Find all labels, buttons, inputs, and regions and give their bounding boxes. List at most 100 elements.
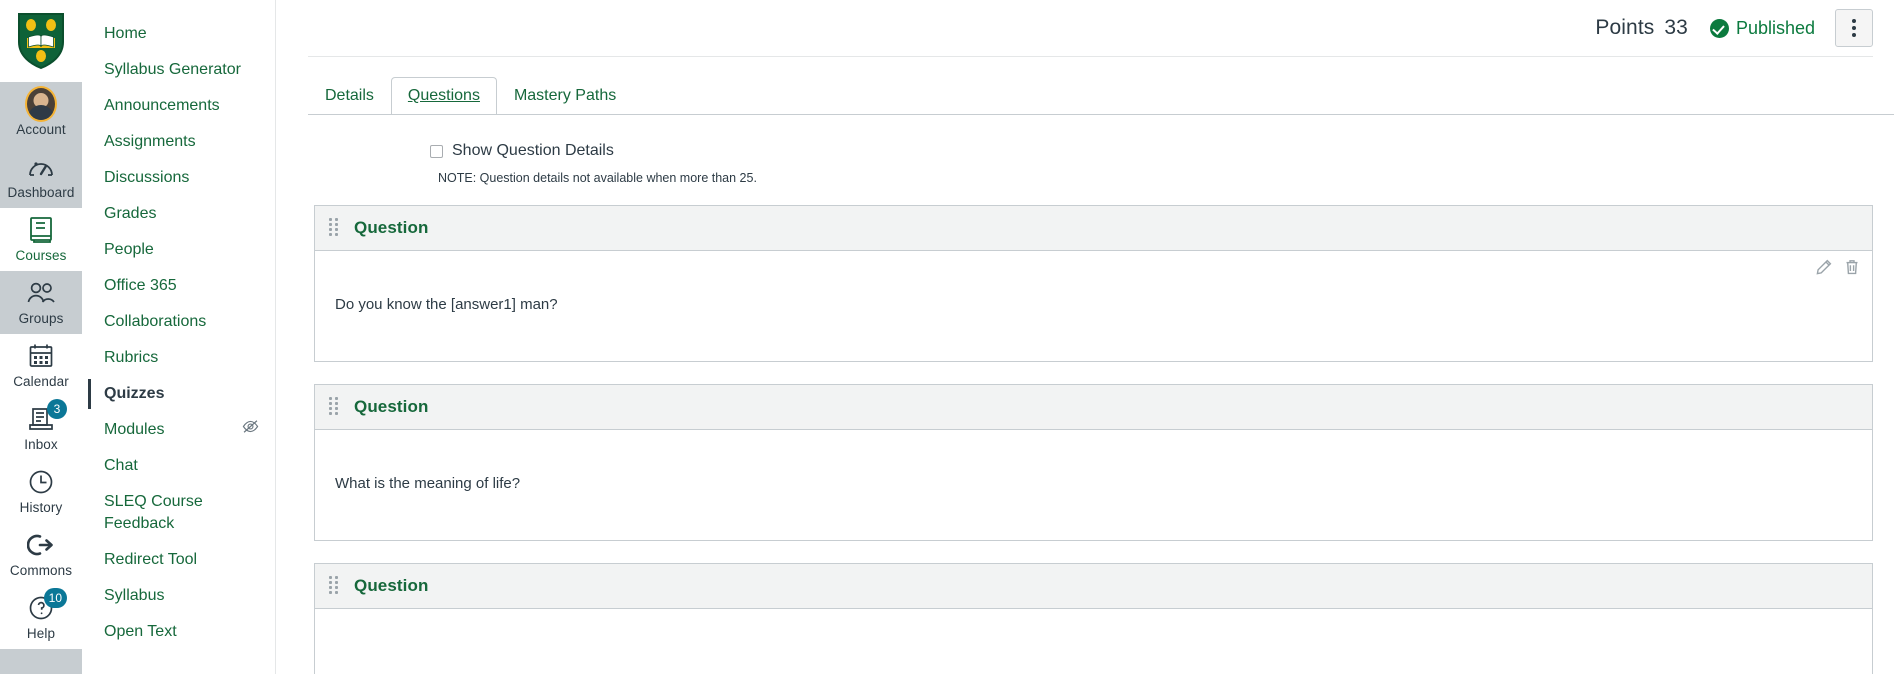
course-nav-label-collaborations: Collaborations: [104, 313, 207, 330]
global-nav-label-help: Help: [26, 626, 56, 641]
tabs-underline: [308, 114, 1894, 115]
question-card-header: Question: [315, 564, 1872, 609]
course-nav-item-announcements[interactable]: Announcements: [82, 88, 275, 124]
pencil-edit-icon[interactable]: [1816, 259, 1832, 275]
question-card-body: [315, 609, 1872, 674]
course-nav-label-syllabus: Syllabus: [104, 587, 165, 604]
question-details-note: NOTE: Question details not available whe…: [438, 171, 757, 185]
help-badge: 10: [43, 588, 67, 608]
course-nav-label-announcements: Announcements: [104, 97, 220, 114]
course-nav-label-discussions: Discussions: [104, 169, 190, 186]
global-nav-label-commons: Commons: [9, 563, 73, 578]
question-card: Question What is the meaning of life?: [314, 384, 1873, 541]
course-nav-item-collaborations[interactable]: Collaborations: [82, 304, 275, 340]
quiz-tabs: Details Questions Mastery Paths: [308, 77, 1894, 115]
question-card: Question: [314, 563, 1873, 674]
course-nav-item-redirect-tool[interactable]: Redirect Tool: [82, 542, 275, 578]
question-text: What is the meaning of life?: [335, 475, 521, 492]
trash-delete-icon[interactable]: [1844, 259, 1860, 275]
inbox-badge: 3: [47, 399, 67, 419]
check-circle-icon: [1709, 18, 1729, 38]
course-nav-label-quizzes: Quizzes: [104, 385, 165, 402]
global-nav-item-courses[interactable]: Courses: [0, 208, 82, 271]
global-nav-item-dashboard[interactable]: Dashboard: [0, 145, 82, 208]
avatar: [25, 86, 57, 122]
tab-mastery-paths[interactable]: Mastery Paths: [497, 77, 633, 115]
course-navigation: Home Syllabus Generator Announcements As…: [82, 0, 276, 674]
course-nav-item-people[interactable]: People: [82, 232, 275, 268]
status-badge[interactable]: Published: [1709, 18, 1815, 39]
course-nav-item-chat[interactable]: Chat: [82, 448, 275, 484]
kebab-dot: [1852, 19, 1856, 23]
help-question-icon: 10: [25, 588, 67, 624]
course-nav-item-modules[interactable]: Modules: [82, 412, 275, 448]
show-question-details-label: Show Question Details: [452, 142, 614, 159]
question-card-header: Question: [315, 206, 1872, 251]
course-nav-item-rubrics[interactable]: Rubrics: [82, 340, 275, 376]
drag-handle-icon[interactable]: [329, 576, 341, 596]
question-actions: [1816, 259, 1860, 275]
course-nav-item-syllabus-generator[interactable]: Syllabus Generator: [82, 52, 275, 88]
course-nav-item-sleq-course-feedback[interactable]: SLEQ Course Feedback: [82, 484, 275, 542]
question-title: Question: [354, 397, 429, 416]
global-navigation: Account Dashboard Courses Groups Calenda…: [0, 0, 82, 674]
question-text: Do you know the [answer1] man?: [335, 296, 558, 313]
tab-details[interactable]: Details: [308, 77, 391, 115]
question-title: Question: [354, 576, 429, 595]
commons-arrow-icon: [25, 529, 57, 561]
tab-questions[interactable]: Questions: [390, 77, 497, 115]
global-nav-label-courses: Courses: [15, 248, 67, 263]
course-nav-item-syllabus[interactable]: Syllabus: [82, 578, 275, 614]
course-nav-label-redirect-tool: Redirect Tool: [104, 551, 198, 568]
show-question-details-checkbox[interactable]: [430, 144, 443, 158]
inbox-icon: 3: [25, 399, 67, 435]
header-divider: [308, 56, 1873, 57]
course-nav-label-rubrics: Rubrics: [104, 349, 159, 366]
global-nav-item-help[interactable]: 10 Help: [0, 586, 82, 649]
global-nav-item-groups[interactable]: Groups: [0, 271, 82, 334]
course-nav-label-home: Home: [104, 25, 147, 42]
kebab-dot: [1852, 26, 1856, 30]
drag-handle-icon[interactable]: [329, 397, 341, 417]
course-nav-label-people: People: [104, 241, 154, 258]
global-nav-item-inbox[interactable]: 3 Inbox: [0, 397, 82, 460]
global-nav-item-history[interactable]: History: [0, 460, 82, 523]
more-options-button[interactable]: [1835, 9, 1873, 47]
global-nav-item-commons[interactable]: Commons: [0, 523, 82, 586]
course-nav-label-syllabus-generator: Syllabus Generator: [104, 61, 241, 78]
course-nav-label-open-text: Open Text: [104, 623, 177, 640]
course-nav-item-assignments[interactable]: Assignments: [82, 124, 275, 160]
course-nav-item-discussions[interactable]: Discussions: [82, 160, 275, 196]
course-nav-item-home[interactable]: Home: [82, 16, 275, 52]
eye-slash-hidden-icon: [242, 419, 259, 441]
question-card-body: What is the meaning of life?: [315, 430, 1872, 540]
global-nav-label-account: Account: [16, 122, 66, 137]
courses-book-icon: [25, 214, 57, 246]
course-nav-item-quizzes[interactable]: Quizzes: [82, 376, 275, 412]
global-nav-item-calendar[interactable]: Calendar: [0, 334, 82, 397]
course-nav-label-chat: Chat: [104, 457, 138, 474]
history-clock-icon: [25, 466, 57, 498]
global-nav-label-history: History: [19, 500, 63, 515]
points-display: Points 33: [1595, 16, 1688, 40]
global-nav-item-account[interactable]: Account: [0, 82, 82, 145]
drag-handle-icon[interactable]: [329, 218, 341, 238]
course-nav-item-office-365[interactable]: Office 365: [82, 268, 275, 304]
canvas-lms-page: Account Dashboard Courses Groups Calenda…: [0, 0, 1894, 674]
show-question-details-row: Show Question Details: [430, 141, 1894, 161]
points-value: 33: [1664, 16, 1688, 39]
university-shield-logo[interactable]: [0, 0, 82, 82]
course-nav-item-open-text[interactable]: Open Text: [82, 614, 275, 650]
points-label: Points: [1595, 16, 1655, 39]
global-nav-label-dashboard: Dashboard: [7, 185, 75, 200]
global-nav-label-inbox: Inbox: [24, 437, 58, 452]
calendar-icon: [25, 340, 57, 372]
shield-svg: [18, 13, 64, 70]
kebab-dot: [1852, 33, 1856, 37]
global-nav-label-calendar: Calendar: [13, 374, 69, 389]
avatar-icon: [25, 86, 57, 122]
questions-list: Question Do you know the [answer1] man? …: [314, 205, 1894, 674]
course-nav-item-grades[interactable]: Grades: [82, 196, 275, 232]
course-nav-label-assignments: Assignments: [104, 133, 196, 150]
main-content: Points 33 Published Details Questions Mas…: [276, 0, 1894, 674]
